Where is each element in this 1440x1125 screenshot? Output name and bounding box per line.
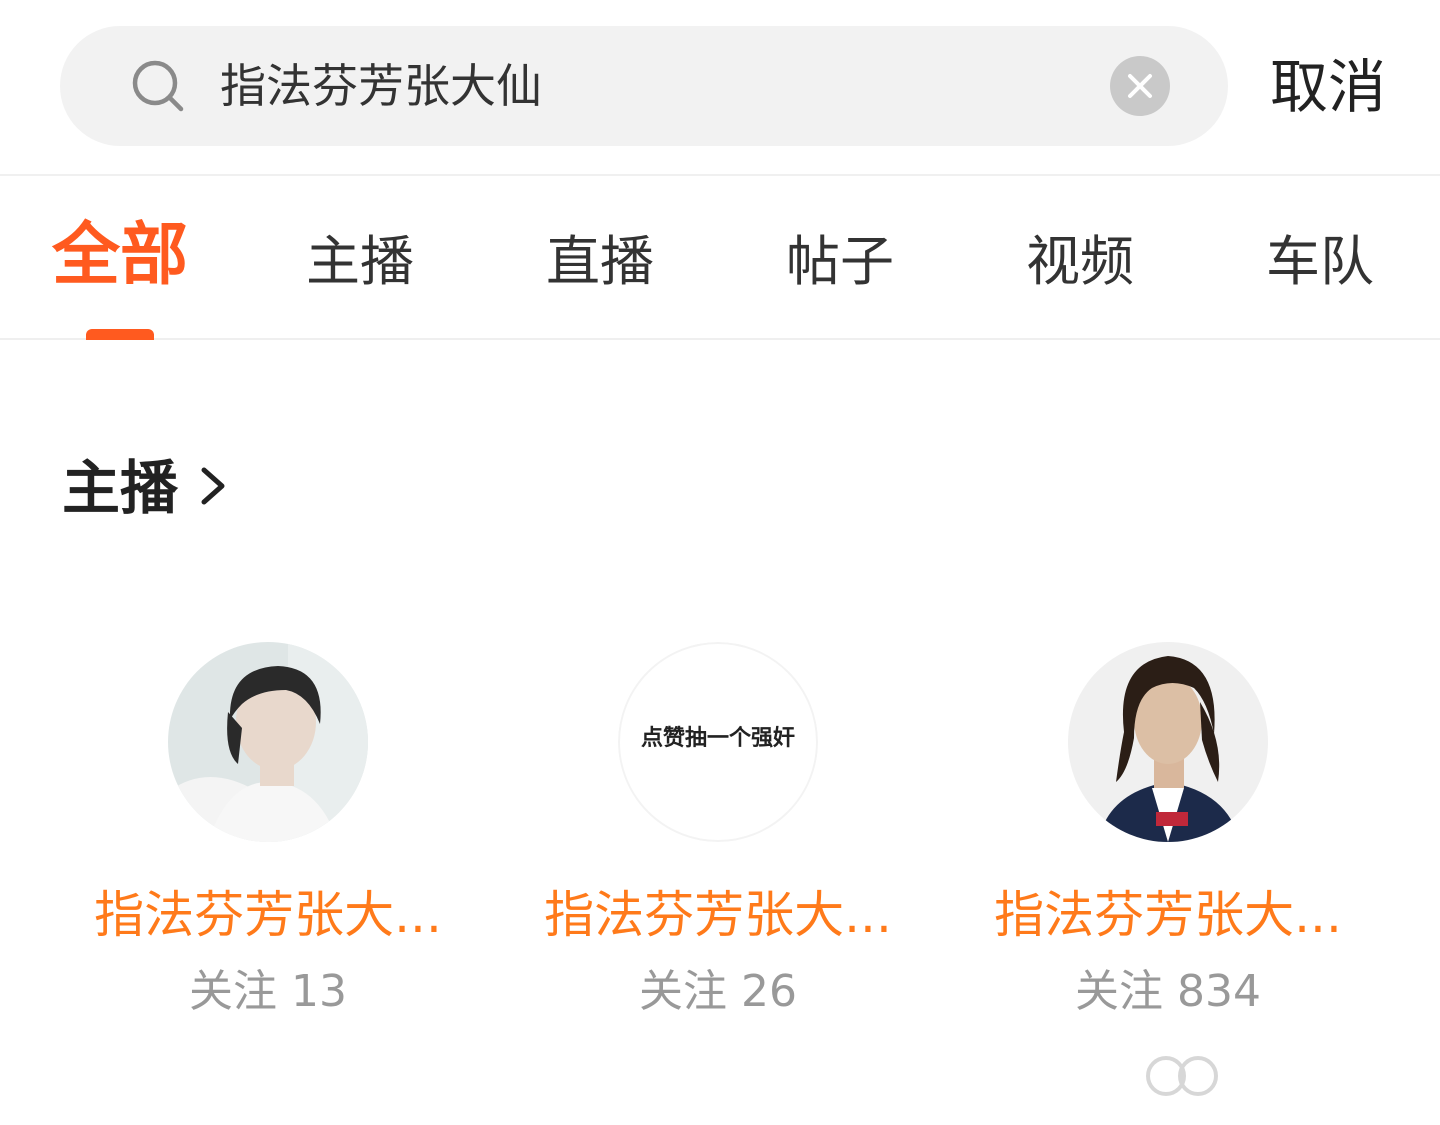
streamer-card[interactable]: 点赞抽一个强奸 指法芬芳张大... 关注 26 xyxy=(508,642,928,1022)
avatar-caption: 点赞抽一个强奸 xyxy=(640,725,795,751)
cancel-button[interactable]: 取消 xyxy=(1270,52,1386,122)
tab-teams[interactable]: 车队 xyxy=(1200,222,1440,302)
tab-all[interactable]: 全部 xyxy=(0,216,240,296)
follower-count: 关注 834 xyxy=(1075,966,1261,1017)
watermark-logo xyxy=(1144,1040,1420,1110)
clear-icon[interactable] xyxy=(1110,56,1170,116)
follower-count: 关注 13 xyxy=(189,966,347,1017)
avatar[interactable] xyxy=(168,642,368,842)
tab-videos[interactable]: 视频 xyxy=(960,222,1200,302)
search-icon xyxy=(132,60,184,112)
tab-streamers[interactable]: 主播 xyxy=(240,222,480,302)
streamer-name[interactable]: 指法芬芳张大... xyxy=(958,880,1378,950)
active-tab-indicator xyxy=(86,329,154,340)
search-input[interactable]: 指法芬芳张大仙 xyxy=(220,56,542,116)
follower-count: 关注 26 xyxy=(639,966,797,1017)
tab-posts[interactable]: 帖子 xyxy=(720,222,960,302)
section-title-streamers[interactable]: 主播 xyxy=(62,448,178,528)
streamer-card[interactable]: 指法芬芳张大... 关注 13 xyxy=(58,642,478,1022)
chevron-right-icon[interactable] xyxy=(196,464,230,508)
streamer-card[interactable]: 指法芬芳张大... 关注 834 xyxy=(958,642,1378,1022)
avatar[interactable]: 点赞抽一个强奸 xyxy=(618,642,818,842)
tab-bar: 全部 主播 直播 帖子 视频 车队 xyxy=(0,178,1440,340)
avatar[interactable] xyxy=(1068,642,1268,842)
search-bar: 指法芬芳张大仙 取消 xyxy=(0,0,1440,176)
streamer-name[interactable]: 指法芬芳张大... xyxy=(508,880,928,950)
tab-live[interactable]: 直播 xyxy=(480,222,720,302)
logo-icon xyxy=(1146,1056,1218,1096)
streamer-name[interactable]: 指法芬芳张大... xyxy=(58,880,478,950)
